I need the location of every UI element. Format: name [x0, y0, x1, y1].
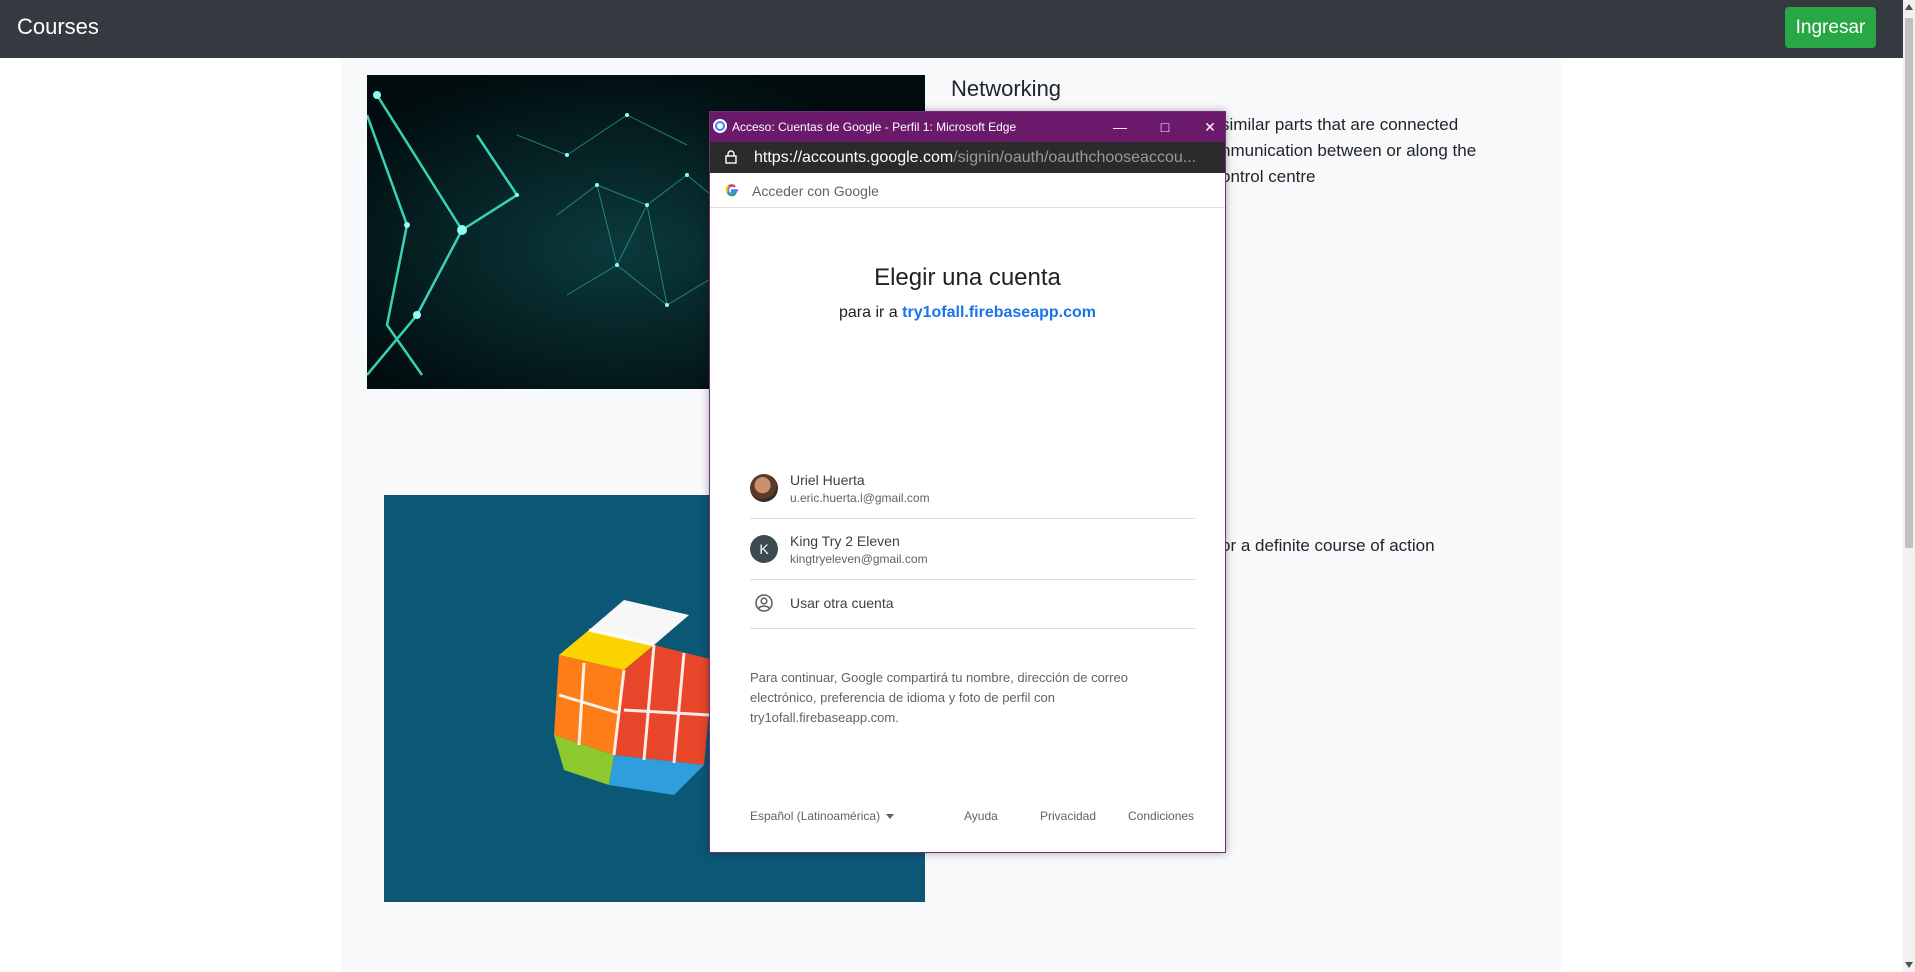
popup-titlebar[interactable]: Acceso: Cuentas de Google - Perfil 1: Mi… [710, 112, 1225, 142]
course-text-line: nmunication between or along the [1221, 141, 1477, 160]
account-name: Uriel Huerta [790, 472, 865, 488]
address-bar[interactable]: https://accounts.google.com/signin/oauth… [710, 142, 1225, 173]
lock-icon [725, 150, 737, 169]
course-title-networking: Networking [951, 76, 1062, 101]
google-signin-header: Acceder con Google [710, 173, 1225, 208]
scroll-up-arrow-icon[interactable] [1905, 4, 1913, 10]
app-domain-link[interactable]: try1ofall.firebaseapp.com [902, 304, 1096, 321]
close-icon[interactable]: ✕ [1188, 112, 1232, 142]
account-email: kingtryeleven@gmail.com [790, 552, 928, 566]
avatar [750, 474, 778, 502]
course-text-line: ontrol centre [1221, 167, 1316, 186]
data-sharing-disclaimer: Para continuar, Google compartirá tu nom… [750, 670, 1128, 725]
account-email: u.eric.huerta.l@gmail.com [790, 491, 930, 505]
language-selector[interactable]: Español (Latinoamérica) [750, 809, 895, 823]
terms-link[interactable]: Condiciones [1128, 809, 1194, 823]
scroll-down-arrow-icon[interactable] [1905, 962, 1913, 968]
help-link[interactable]: Ayuda [964, 809, 998, 823]
popup-window-title: Acceso: Cuentas de Google - Perfil 1: Mi… [732, 120, 1017, 134]
choose-account-title: Elegir una cuenta [874, 264, 1061, 291]
course-text-line: similar parts that are connected [1221, 115, 1459, 134]
signin-with-google-label: Acceder con Google [752, 183, 879, 199]
popup-footer: Español (Latinoamérica) Ayuda Privacidad… [750, 809, 1195, 829]
avatar: K [750, 535, 778, 563]
google-logo-icon [725, 183, 739, 202]
scroll-thumb[interactable] [1905, 18, 1913, 548]
url-text: https://accounts.google.com/signin/oauth… [754, 149, 1197, 166]
use-another-account-label: Usar otra cuenta [790, 595, 894, 611]
account-name: King Try 2 Eleven [790, 533, 900, 549]
maximize-icon[interactable]: □ [1143, 112, 1187, 142]
account-circle-icon [754, 593, 774, 618]
page-scrollbar[interactable] [1903, 0, 1915, 972]
account-item-king[interactable]: K King Try 2 Eleven kingtryeleven@gmail.… [750, 519, 1195, 580]
choose-account-subtitle: para ir a try1ofall.firebaseapp.com [839, 304, 1096, 321]
google-favicon-icon [713, 119, 727, 133]
top-navbar: Courses Ingresar [0, 0, 1903, 58]
google-signin-popup: Acceso: Cuentas de Google - Perfil 1: Mi… [709, 111, 1226, 853]
use-another-account-button[interactable]: Usar otra cuenta [750, 580, 1195, 629]
minimize-icon[interactable]: — [1098, 112, 1142, 142]
chevron-down-icon [886, 814, 895, 820]
account-item-uriel[interactable]: Uriel Huerta u.eric.huerta.l@gmail.com [750, 458, 1195, 519]
privacy-link[interactable]: Privacidad [1040, 809, 1096, 823]
brand-title[interactable]: Courses [17, 14, 99, 40]
login-button[interactable]: Ingresar [1785, 7, 1876, 48]
course-text-line: or a definite course of action [1221, 536, 1435, 555]
